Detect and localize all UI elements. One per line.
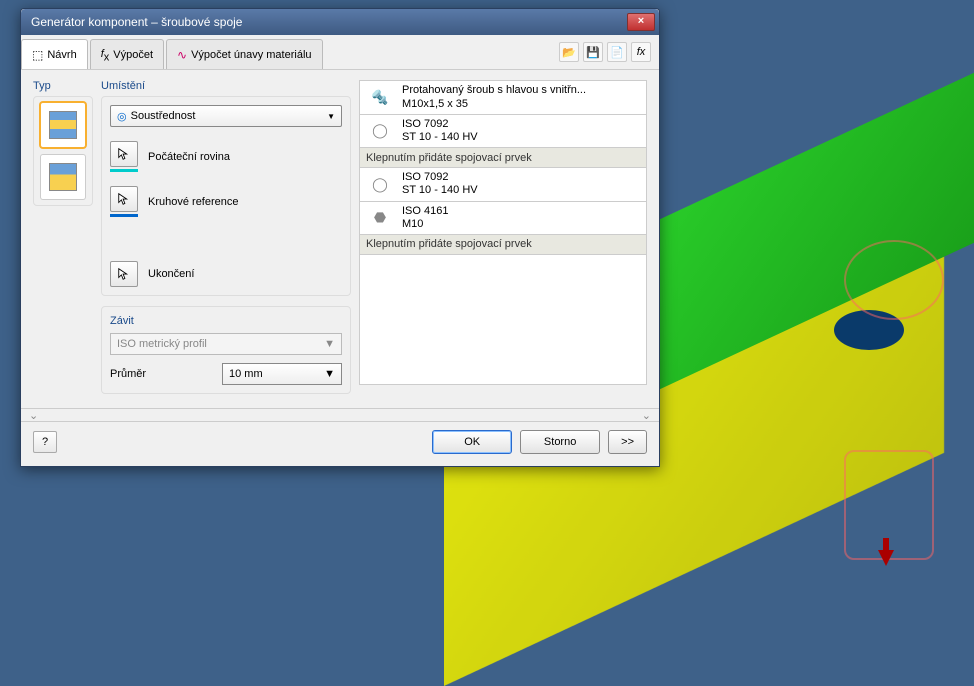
part-name: ISO 4161 xyxy=(402,205,448,218)
expand-right-icon: ⌄ xyxy=(642,409,651,421)
options-button[interactable]: 📄 xyxy=(607,42,627,62)
circular-ref-label: Kruhové reference xyxy=(148,196,239,208)
placement-mode-combo[interactable]: ◎ Soustřednost ▼ xyxy=(110,105,342,127)
nut-icon: ⬣ xyxy=(366,209,394,227)
diameter-label: Průměr xyxy=(110,368,146,380)
add-part-hint-label: Klepnutím přidáte spojovací prvek xyxy=(366,238,532,250)
design-icon: ⬚ xyxy=(32,48,43,62)
placement-label: Umístění xyxy=(101,80,351,92)
titlebar[interactable]: Generátor komponent – šroubové spoje × xyxy=(21,9,659,35)
start-plane-label: Počáteční rovina xyxy=(148,151,230,163)
help-icon: ? xyxy=(42,436,48,448)
type-blind-button[interactable] xyxy=(41,155,85,199)
end-label: Ukončení xyxy=(148,268,194,280)
fx-button[interactable]: fx xyxy=(631,42,651,62)
expand-bar[interactable]: ⌄ ⌄ xyxy=(21,408,659,422)
chevron-down-icon: ▼ xyxy=(327,112,335,121)
fx-icon: fx xyxy=(637,46,646,58)
part-row-washer[interactable]: ◯ ISO 7092 ST 10 - 140 HV xyxy=(360,115,646,148)
tab-bar: ⬚ Návrh fx Výpočet ∿ Výpočet únavy mater… xyxy=(21,35,659,70)
part-spec: ST 10 - 140 HV xyxy=(402,184,478,197)
placement-group: ◎ Soustřednost ▼ Počáteční rovina xyxy=(101,96,351,296)
cursor-icon xyxy=(117,147,131,161)
type-through-button[interactable] xyxy=(41,103,85,147)
part-spec: M10 xyxy=(402,218,448,231)
close-button[interactable]: × xyxy=(627,13,655,31)
tab-design[interactable]: ⬚ Návrh xyxy=(21,39,88,69)
dialog-window: Generátor komponent – šroubové spoje × ⬚… xyxy=(20,8,660,467)
thread-profile-value: ISO metrický profil xyxy=(117,338,207,350)
end-pick-button[interactable] xyxy=(110,261,138,287)
save-icon: 💾 xyxy=(586,46,600,59)
folder-icon: 📂 xyxy=(562,46,576,59)
type-label: Typ xyxy=(33,80,93,92)
bolt-icon: 🔩 xyxy=(366,89,394,107)
part-spec: ST 10 - 140 HV xyxy=(402,131,478,144)
chevron-down-icon: ▼ xyxy=(324,338,335,350)
cancel-button[interactable]: Storno xyxy=(520,430,600,454)
circular-ref-pick-button[interactable] xyxy=(110,186,138,212)
cursor-icon xyxy=(117,267,131,281)
thread-profile-combo[interactable]: ISO metrický profil ▼ xyxy=(110,333,342,355)
part-name: ISO 7092 xyxy=(402,171,478,184)
expand-left-icon: ⌄ xyxy=(29,409,38,421)
placement-mode-value: Soustřednost xyxy=(131,110,196,122)
diameter-value: 10 mm xyxy=(229,368,263,380)
parts-list: 🔩 Protahovaný šroub s hlavou s vnitřn...… xyxy=(359,80,647,385)
part-name: Protahovaný šroub s hlavou s vnitřn... xyxy=(402,84,586,97)
diameter-combo[interactable]: 10 mm ▼ xyxy=(222,363,342,385)
washer-icon: ◯ xyxy=(366,175,394,193)
cursor-icon xyxy=(117,192,131,206)
window-title: Generátor komponent – šroubové spoje xyxy=(31,15,627,29)
open-button[interactable]: 📂 xyxy=(559,42,579,62)
tab-calc[interactable]: fx Výpočet xyxy=(90,39,164,69)
help-button[interactable]: ? xyxy=(33,431,57,453)
chevron-down-icon: ▼ xyxy=(324,368,335,380)
ok-button[interactable]: OK xyxy=(432,430,512,454)
tab-calc-label: Výpočet xyxy=(113,49,153,61)
part-name: ISO 7092 xyxy=(402,118,478,131)
fatigue-icon: ∿ xyxy=(177,48,187,62)
part-spec: M10x1,5 x 35 xyxy=(402,98,586,111)
part-row-bolt[interactable]: 🔩 Protahovaný šroub s hlavou s vnitřn...… xyxy=(360,81,646,114)
through-bolt-icon xyxy=(49,111,77,139)
tab-fatigue[interactable]: ∿ Výpočet únavy materiálu xyxy=(166,39,323,69)
tab-fatigue-label: Výpočet únavy materiálu xyxy=(191,49,311,61)
part-row-washer2[interactable]: ◯ ISO 7092 ST 10 - 140 HV xyxy=(360,168,646,201)
calc-icon: fx xyxy=(101,46,110,63)
gear-icon: 📄 xyxy=(610,46,624,59)
footer: ? OK Storno >> xyxy=(21,422,659,466)
add-part-hint-2[interactable]: Klepnutím přidáte spojovací prvek xyxy=(360,235,646,255)
tab-design-label: Návrh xyxy=(47,49,76,61)
save-button[interactable]: 💾 xyxy=(583,42,603,62)
blind-bolt-icon xyxy=(49,163,77,191)
thread-label: Závit xyxy=(110,315,342,327)
part-row-nut[interactable]: ⬣ ISO 4161 M10 xyxy=(360,202,646,235)
type-group xyxy=(33,96,93,206)
washer-icon: ◯ xyxy=(366,122,394,140)
more-button[interactable]: >> xyxy=(608,430,647,454)
add-part-hint-label: Klepnutím přidáte spojovací prvek xyxy=(366,152,532,164)
thread-group: Závit ISO metrický profil ▼ Průměr 10 mm… xyxy=(101,306,351,394)
start-plane-pick-button[interactable] xyxy=(110,141,138,167)
add-part-hint[interactable]: Klepnutím přidáte spojovací prvek xyxy=(360,148,646,168)
concentric-icon: ◎ xyxy=(117,110,127,123)
